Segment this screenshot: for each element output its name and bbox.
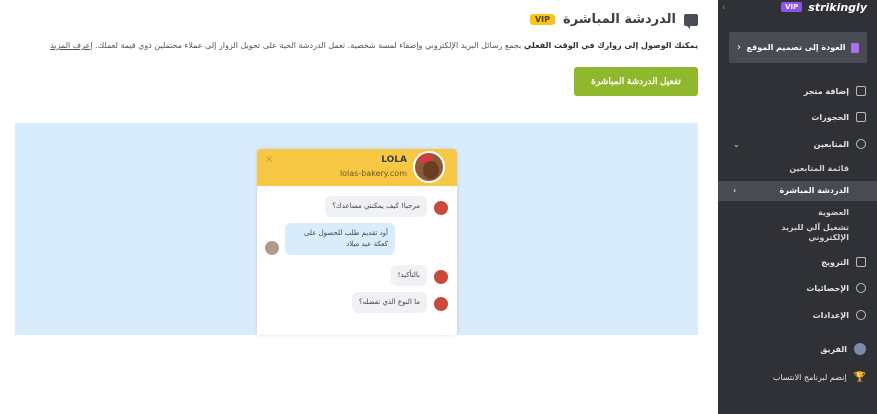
chat-widget-preview: × LOLA lolas-bakery.com مرحبا! كيف يمكنن… (257, 149, 457, 335)
close-icon: × (265, 154, 274, 165)
activate-live-chat-button[interactable]: تفعيل الدردشة المباشرة (574, 67, 698, 96)
brand-vip-badge: VIP (781, 2, 803, 12)
chevron-left-icon: ‹ (737, 42, 742, 53)
store-icon (856, 86, 866, 96)
brand-logo: strikingly (808, 0, 867, 14)
sidebar-item-label: إنضم لبرنامج الانتساب (772, 372, 847, 382)
agent-mini-avatar (434, 270, 448, 284)
agent-name: LOLA (381, 155, 407, 165)
site-url: lolas-bakery.com (339, 169, 407, 178)
sidebar-item-label: الدردشة المباشرة (779, 186, 849, 195)
page-title: الدردشة المباشرة (563, 12, 676, 27)
sidebar-item-followers[interactable]: ⌄ المتابعين (718, 131, 877, 157)
megaphone-icon (856, 257, 866, 267)
sidebar-item-team[interactable]: الفريق (718, 336, 877, 362)
chat-widget-header: × LOLA lolas-bakery.com (257, 149, 457, 186)
brand: VIP strikingly (781, 0, 867, 14)
document-icon (851, 42, 859, 53)
sidebar-item-label: الحجوزات (811, 112, 849, 122)
sidebar-subitem-membership[interactable]: العضوية (718, 208, 877, 217)
sidebar-item-statistics[interactable]: الإحصائيات (718, 275, 877, 301)
gear-icon (856, 310, 866, 320)
sidebar-item-label: الفريق (820, 344, 847, 354)
sidebar-item-label: الإعدادات (812, 310, 849, 320)
sidebar-item-add-store[interactable]: إضافة متجر (718, 78, 877, 104)
back-to-site-design-button[interactable]: العودة إلى تصميم الموقع ‹ (729, 32, 867, 63)
calendar-icon (856, 112, 866, 122)
page-description: يمكنك الوصول إلى زوارك في الوقت الفعلي ب… (50, 40, 698, 52)
sidebar-subitem-followers-list[interactable]: قائمة المتابعين (718, 164, 877, 173)
sidebar-item-label: إضافة متجر (803, 86, 849, 96)
users-icon (856, 139, 866, 149)
agent-mini-avatar (434, 201, 448, 215)
chat-message-agent: ما النوع الذي تفضله؟ (351, 292, 427, 313)
collapse-sidebar-icon[interactable]: ‹ (722, 3, 726, 13)
sidebar-item-affiliate[interactable]: إنضم لبرنامج الانتساب 🏆 (718, 364, 877, 390)
chevron-down-icon: ⌄ (733, 139, 740, 149)
user-mini-avatar (265, 241, 279, 255)
sidebar-item-label: المتابعين (813, 139, 849, 149)
agent-avatar (413, 151, 445, 183)
pie-chart-icon (856, 283, 866, 293)
chat-message-agent: بالتأكيد! (390, 265, 427, 286)
sidebar-subitem-live-chat[interactable]: ‹ الدردشة المباشرة (718, 181, 877, 201)
chat-icon (684, 13, 698, 29)
page-header: الدردشة المباشرة VIP (529, 12, 698, 29)
sidebar-item-promotion[interactable]: الترويج (718, 249, 877, 275)
chat-message-agent: مرحبا! كيف يمكنني مساعدك؟ (325, 196, 427, 217)
vip-badge: VIP (529, 14, 556, 25)
chat-preview-area: × LOLA lolas-bakery.com مرحبا! كيف يمكنن… (15, 123, 698, 335)
sidebar-item-settings[interactable]: الإعدادات (718, 302, 877, 328)
main-content: الدردشة المباشرة VIP يمكنك الوصول إلى زو… (0, 0, 718, 414)
description-bold: يمكنك الوصول إلى زوارك في الوقت الفعلي (523, 41, 698, 50)
learn-more-link[interactable]: إعرف المزيد (50, 41, 92, 50)
sidebar-item-label: الترويج (821, 257, 849, 267)
sidebar-item-label: الإحصائيات (806, 283, 849, 293)
agent-mini-avatar (434, 297, 448, 311)
team-avatar-icon (854, 343, 866, 355)
sidebar-subitem-email-automation[interactable]: تشغيل آلي للبريد الإلكتروني (718, 223, 877, 243)
back-label: العودة إلى تصميم الموقع (746, 43, 846, 52)
chevron-left-icon: ‹ (733, 186, 737, 195)
sidebar-item-bookings[interactable]: الحجوزات (718, 104, 877, 130)
chat-message-user: أود تقديم طلب للحصول على كعكة عيد ميلاد (285, 223, 395, 255)
sidebar: ‹ VIP strikingly العودة إلى تصميم الموقع… (718, 0, 877, 414)
avatar-face (423, 161, 439, 179)
trophy-icon: 🏆 (853, 371, 866, 383)
description-text: بجمع رسائل البريد الإلكتروني وإضفاء لمسة… (92, 41, 524, 50)
